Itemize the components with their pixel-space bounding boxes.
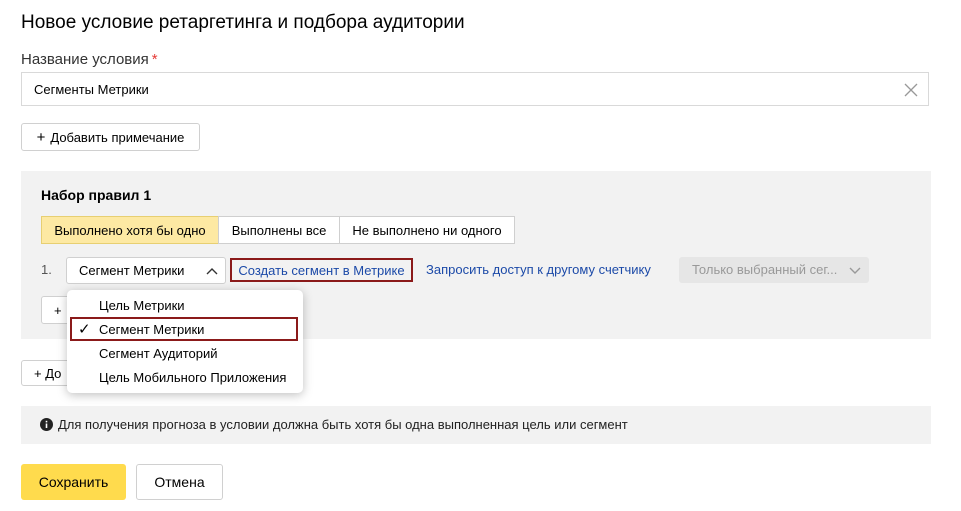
mode-any-button[interactable]: Выполнено хотя бы одно [41, 216, 219, 244]
scope-select-value: Только выбранный сег... [692, 262, 838, 277]
rule-type-dropdown: Цель Метрики ✓ Сегмент Метрики Сегмент А… [67, 290, 303, 393]
info-icon [40, 418, 53, 431]
clear-icon[interactable] [902, 81, 920, 99]
add-ruleset-label: + До [34, 365, 62, 381]
condition-name-input[interactable]: Сегменты Метрики [21, 72, 929, 106]
scope-select[interactable]: Только выбранный сег... [679, 257, 869, 283]
rule-type-select[interactable]: Сегмент Метрики [66, 257, 226, 284]
chevron-up-icon [206, 268, 218, 275]
cancel-button[interactable]: Отмена [136, 464, 223, 500]
dropdown-item-mobile-app-goal[interactable]: Цель Мобильного Приложения [99, 370, 286, 385]
add-note-button[interactable]: + Добавить примечание [21, 123, 200, 151]
name-field-label: Название условия * [21, 51, 158, 68]
dropdown-item-audience-segment[interactable]: Сегмент Аудиторий [99, 346, 218, 361]
dropdown-item-metrika-goal[interactable]: Цель Метрики [99, 298, 185, 313]
ruleset-title: Набор правил 1 [41, 187, 152, 203]
mode-all-button[interactable]: Выполнены все [218, 216, 340, 244]
request-access-link[interactable]: Запросить доступ к другому счетчику [426, 262, 651, 277]
add-rule-label: + [54, 302, 62, 318]
info-text: Для получения прогноза в условии должна … [58, 417, 628, 432]
check-icon: ✓ [78, 321, 91, 338]
required-mark: * [151, 51, 158, 68]
plus-icon: + [36, 128, 46, 146]
mode-none-button[interactable]: Не выполнено ни одного [339, 216, 515, 244]
save-button[interactable]: Сохранить [21, 464, 126, 500]
add-note-label: Добавить примечание [50, 129, 185, 145]
create-segment-link[interactable]: Создать сегмент в Метрике [230, 258, 413, 282]
condition-name-value[interactable]: Сегменты Метрики [34, 82, 149, 97]
name-field-label-text: Название условия [21, 51, 149, 68]
forecast-info-bar: Для получения прогноза в условии должна … [21, 406, 931, 444]
rule-type-value: Сегмент Метрики [79, 263, 185, 278]
chevron-down-icon [849, 267, 861, 274]
page-title: Новое условие ретаргетинга и подбора ауд… [21, 12, 465, 33]
dropdown-item-metrika-segment[interactable]: Сегмент Метрики [99, 322, 204, 337]
rule-number: 1. [41, 262, 52, 277]
